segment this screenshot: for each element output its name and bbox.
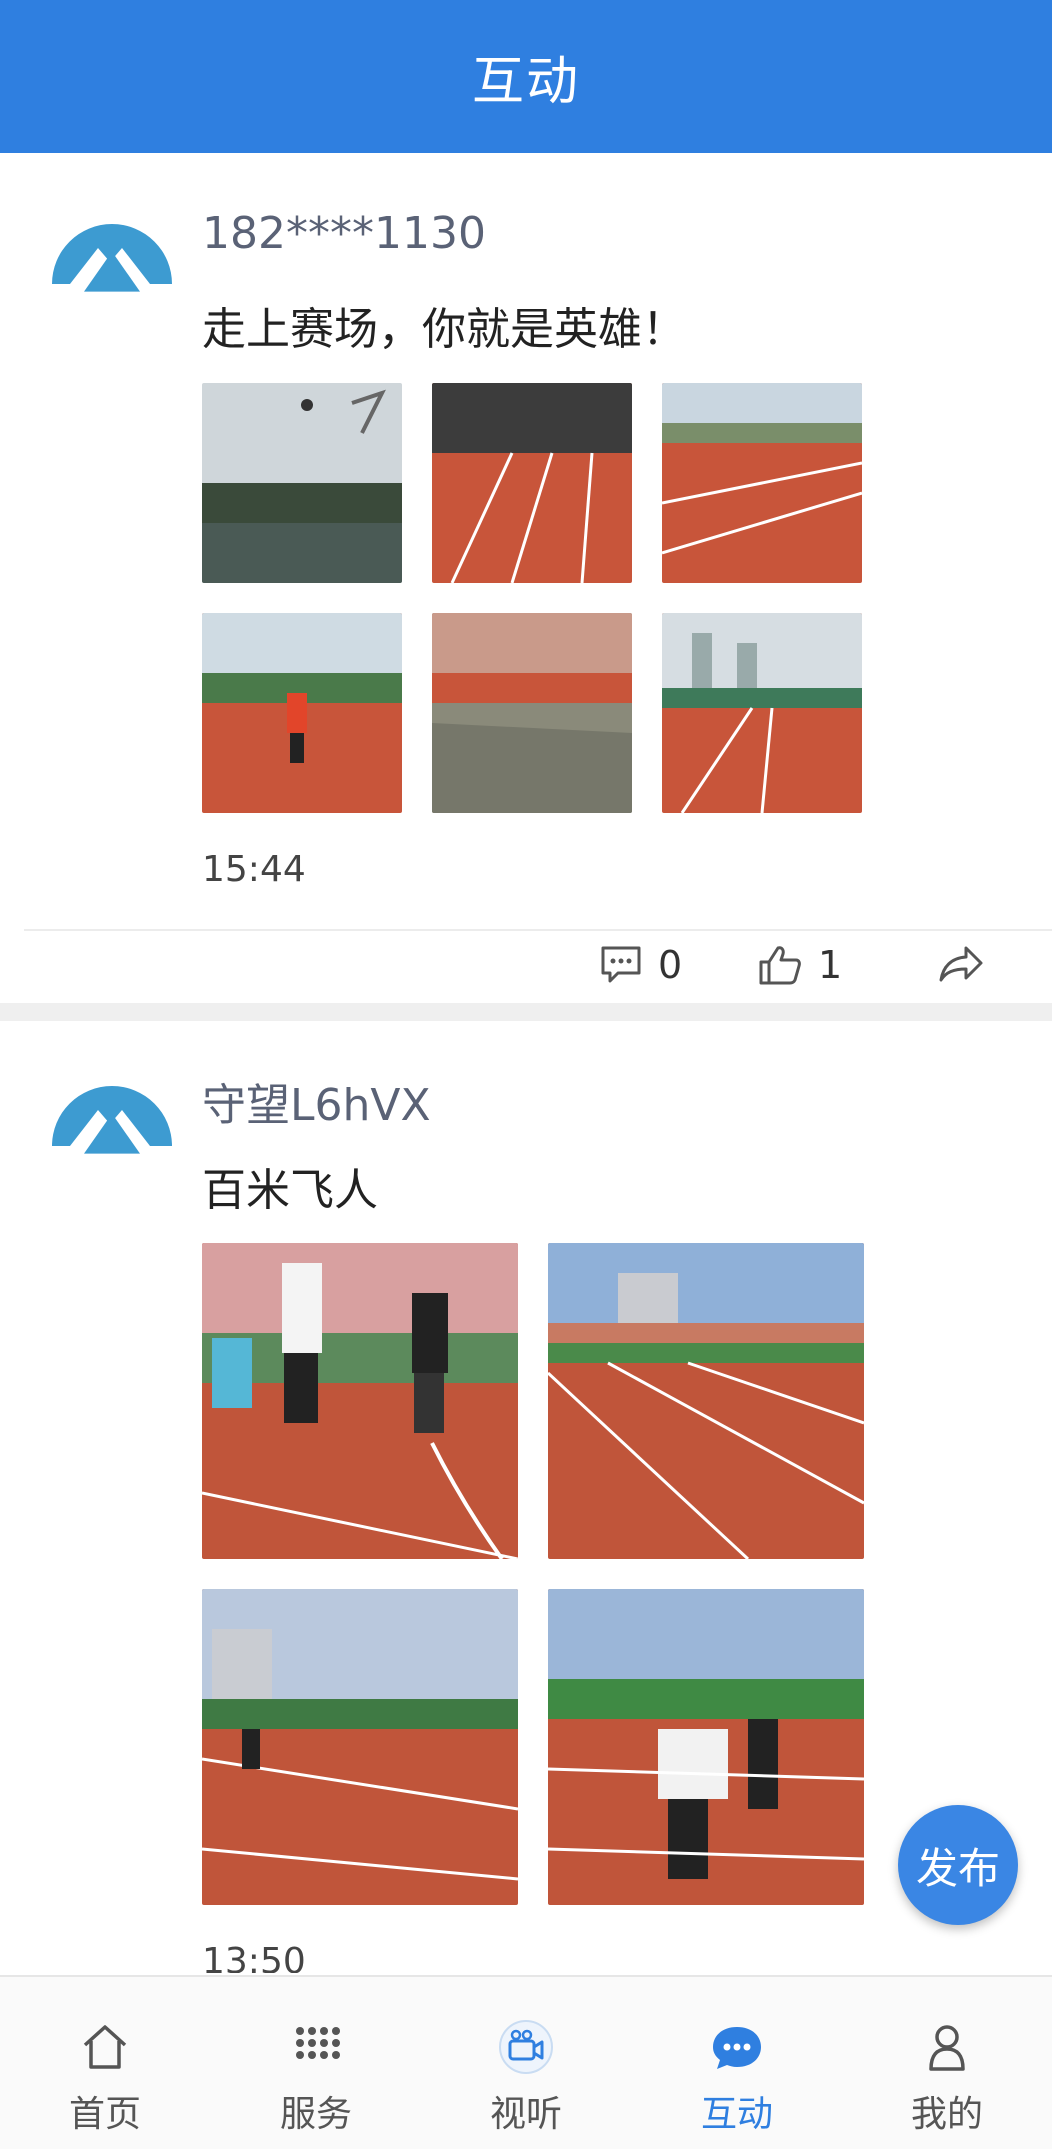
post-username[interactable]: 182****1130: [202, 208, 486, 259]
post-photo[interactable]: [662, 613, 862, 813]
grid-icon: [296, 2027, 340, 2059]
divider: [24, 929, 1052, 931]
post-photo[interactable]: [432, 613, 632, 813]
publish-button[interactable]: 发布: [898, 1805, 1018, 1925]
share-button[interactable]: [938, 945, 984, 983]
tab-home[interactable]: 首页: [0, 1977, 210, 2149]
tab-label: 我的: [910, 2094, 983, 2135]
user-icon: [929, 2025, 965, 2071]
post-card[interactable]: 守望L6hVX 百米飞人 13:50: [0, 1021, 1052, 1973]
app-header: 互动: [0, 0, 1052, 153]
post-text: 走上赛场，你就是英雄！: [202, 304, 686, 355]
post-time: 15:44: [202, 849, 306, 890]
post-text: 百米飞人: [202, 1165, 378, 1216]
feed[interactable]: 182****1130 走上赛场，你就是英雄！ 15:44 0 1 守望L6hV…: [0, 153, 1052, 1973]
page-title: 互动: [471, 52, 580, 112]
comment-button[interactable]: 0: [600, 943, 682, 987]
home-icon: [83, 2025, 127, 2069]
post-photo[interactable]: [202, 613, 402, 813]
post-photo[interactable]: [202, 383, 402, 583]
post-actions: 0 1: [0, 933, 1052, 1003]
thumbs-up-icon: [759, 946, 801, 985]
comment-count: 0: [658, 943, 683, 987]
post-photo[interactable]: [432, 383, 632, 583]
bottom-tab-bar: 首页 服务 视听 互动 我的: [0, 1975, 1052, 2149]
post-photo[interactable]: [202, 1243, 518, 1559]
tab-profile[interactable]: 我的: [842, 1977, 1052, 2149]
comment-icon: [601, 946, 641, 983]
avatar[interactable]: [50, 204, 174, 328]
post-photo[interactable]: [202, 1589, 518, 1905]
post-card[interactable]: 182****1130 走上赛场，你就是英雄！ 15:44 0 1: [0, 153, 1052, 1003]
tab-interact[interactable]: 互动: [632, 1977, 842, 2149]
tab-label: 服务: [279, 2094, 352, 2135]
post-separator: [0, 1003, 1052, 1021]
like-button[interactable]: 1: [758, 943, 842, 987]
share-icon: [939, 946, 983, 982]
avatar[interactable]: [50, 1066, 174, 1190]
post-photo[interactable]: [662, 383, 862, 583]
post-time: 13:50: [202, 1941, 306, 1973]
post-photo[interactable]: [548, 1243, 864, 1559]
post-username[interactable]: 守望L6hVX: [202, 1069, 431, 1133]
like-count: 1: [818, 943, 843, 987]
chat-icon: [713, 2027, 761, 2069]
camera-icon: [499, 2020, 553, 2074]
tab-label: 互动: [700, 2094, 773, 2135]
tab-media[interactable]: 视听: [421, 1977, 631, 2149]
post-photo[interactable]: [548, 1589, 864, 1905]
tab-label: 首页: [68, 2094, 141, 2135]
tab-label: 视听: [489, 2094, 562, 2135]
tab-services[interactable]: 服务: [211, 1977, 421, 2149]
